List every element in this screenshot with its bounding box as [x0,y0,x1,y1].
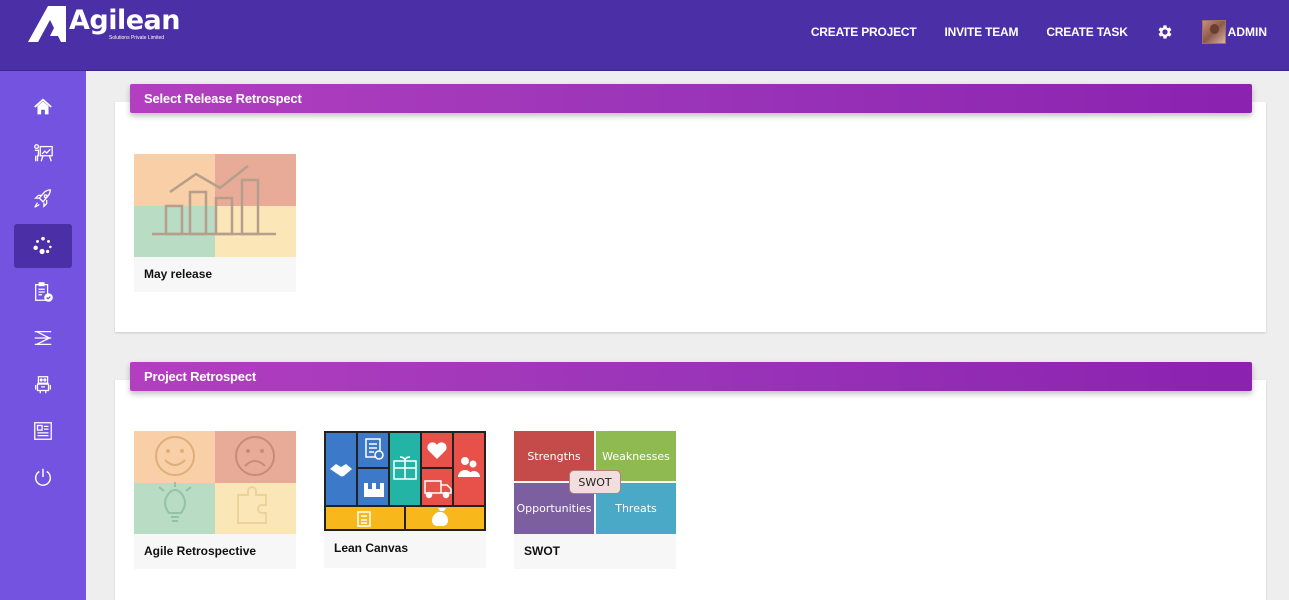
sidebar [0,71,86,600]
clipboard-check-icon [35,282,53,302]
lean-canvas-card[interactable]: Lean Canvas [324,431,486,568]
sidebar-item-flow[interactable] [14,316,72,360]
sidebar-item-home[interactable] [14,85,72,129]
sidebar-item-reports[interactable] [14,409,72,453]
logo-subtitle: Solutions Private Limited [109,35,165,41]
logo-name: Agilean [69,5,181,36]
sidebar-item-logout[interactable] [14,455,72,499]
release-card-label: May release [144,267,213,281]
sidebar-item-bots[interactable] [14,363,72,407]
agile-retro-thumbnail-icon [134,431,296,534]
bar-chart-thumbnail-icon [134,154,296,257]
home-icon [34,98,52,115]
agile-retrospective-label: Agile Retrospective [144,544,257,558]
release-retrospect-title: Select Release Retrospect [144,91,302,106]
newspaper-icon [34,422,52,440]
invite-team-link[interactable]: INVITE TEAM [945,25,1019,39]
gear-icon[interactable] [1156,23,1174,41]
project-retrospect-header: Project Retrospect [130,362,1252,391]
power-icon [34,468,52,486]
robot-icon [35,376,51,394]
swot-thumbnail: Strengths Weaknesses Opportunities Threa… [514,431,676,534]
lean-canvas-thumbnail-icon [324,431,486,531]
user-label: ADMIN [1227,25,1267,39]
release-card-may[interactable]: May release [134,154,296,292]
sidebar-item-tasks[interactable] [14,270,72,314]
swot-label: SWOT [524,544,560,558]
create-task-link[interactable]: CREATE TASK [1046,25,1128,39]
presenter-board-icon [34,144,53,162]
user-menu[interactable]: ADMIN [1201,20,1267,44]
logo-mark-icon [28,6,66,42]
retrospect-dots-icon [33,236,52,255]
sidebar-item-releases[interactable] [14,177,72,221]
logo[interactable]: Agilean Solutions Private Limited [28,5,181,46]
swot-card[interactable]: Strengths Weaknesses Opportunities Threa… [514,431,676,569]
rocket-icon [34,189,51,208]
sidebar-item-retrospect[interactable] [14,224,72,268]
top-navbar: Agilean Solutions Private Limited CREATE… [0,0,1289,71]
swot-center-badge: SWOT [569,470,621,494]
agile-retrospective-card[interactable]: Agile Retrospective [134,431,296,569]
avatar [1201,20,1226,44]
project-retrospect-title: Project Retrospect [144,369,256,384]
lean-canvas-label: Lean Canvas [334,541,409,555]
sidebar-item-boards[interactable] [14,131,72,175]
top-nav: CREATE PROJECT INVITE TEAM CREATE TASK A… [811,0,1267,64]
create-project-link[interactable]: CREATE PROJECT [811,25,917,39]
release-retrospect-header: Select Release Retrospect [130,84,1252,113]
flow-icon [34,330,52,346]
